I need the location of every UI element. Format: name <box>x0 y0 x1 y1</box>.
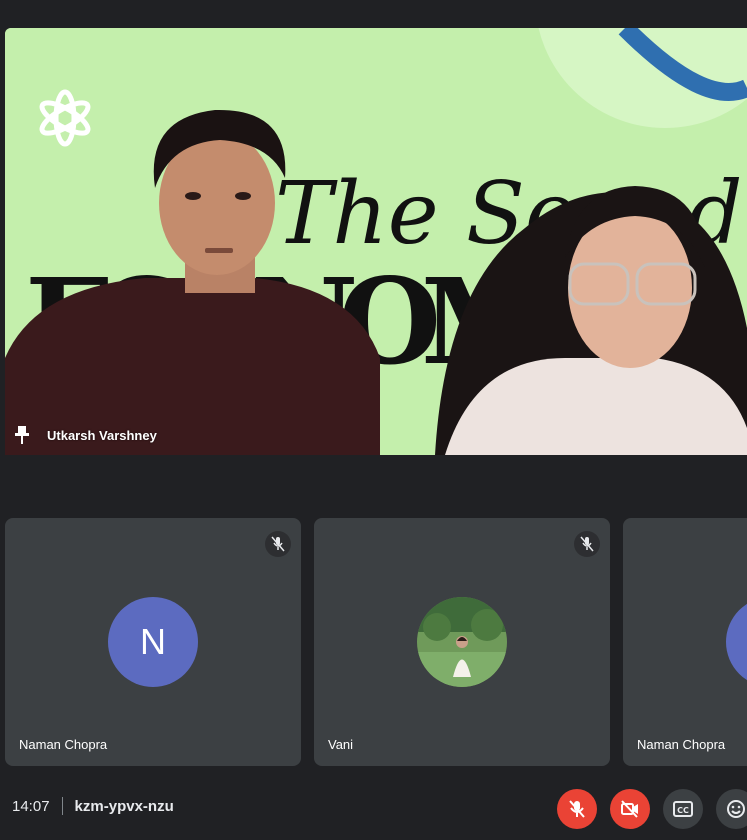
video-feed: The Sound of ECONOMICS <box>5 28 747 455</box>
participant-name: Naman Chopra <box>19 737 108 752</box>
main-video-tile[interactable]: The Sound of ECONOMICS Utkarsh <box>5 28 747 455</box>
mic-off-icon <box>265 531 291 557</box>
bottom-bar: 14:07 kzm-ypvx-nzu CC <box>0 776 747 840</box>
mic-off-icon <box>569 800 585 818</box>
pinned-participant-label: Utkarsh Varshney <box>15 426 157 444</box>
emoji-icon <box>727 800 745 818</box>
participant-tile[interactable]: Naman Chopra <box>623 518 747 766</box>
meeting-info: 14:07 kzm-ypvx-nzu <box>12 797 174 815</box>
captions-button[interactable]: CC <box>663 789 703 829</box>
participant-tile[interactable]: N Naman Chopra <box>5 518 301 766</box>
mic-toggle-button[interactable] <box>557 789 597 829</box>
avatar: N <box>108 597 198 687</box>
divider <box>61 797 63 815</box>
emoji-button[interactable] <box>716 789 747 829</box>
camera-off-icon <box>621 800 638 818</box>
avatar <box>726 597 747 687</box>
meeting-time: 14:07 <box>12 797 50 815</box>
avatar <box>417 597 507 687</box>
pin-icon <box>15 426 29 444</box>
camera-toggle-button[interactable] <box>610 789 650 829</box>
captions-icon: CC <box>673 801 693 817</box>
svg-text:CC: CC <box>677 806 689 815</box>
top-bar <box>0 0 747 28</box>
participant-name: Vani <box>328 737 354 752</box>
participant-name: Naman Chopra <box>637 737 726 752</box>
mic-off-icon <box>574 531 600 557</box>
meeting-code: kzm-ypvx-nzu <box>74 797 174 815</box>
presenter-name: Utkarsh Varshney <box>47 427 157 443</box>
participant-tile[interactable]: Vani <box>314 518 610 766</box>
